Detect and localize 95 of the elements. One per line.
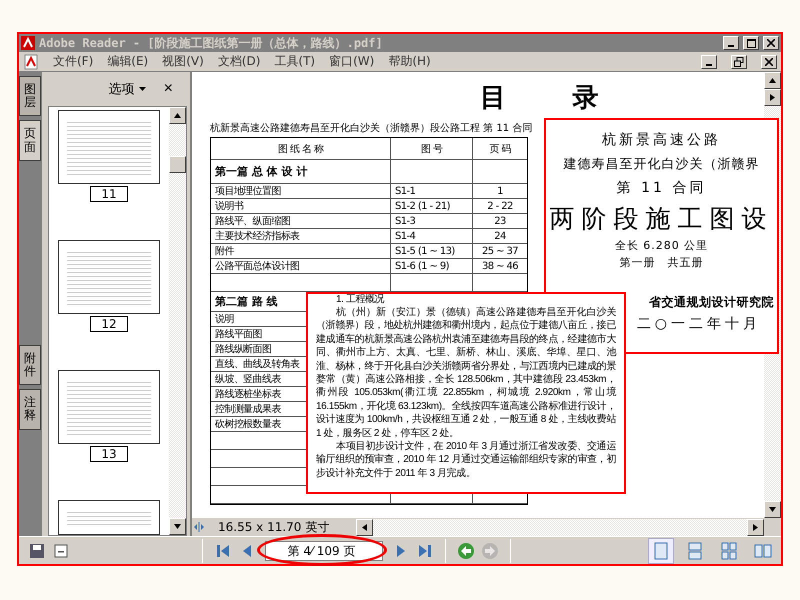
table-cell-text: 38 ~ 46: [481, 260, 519, 273]
scroll-down-button[interactable]: [764, 501, 781, 518]
cover-text: 全长 6.280 公里: [614, 238, 708, 253]
right-arrow-icon: [752, 524, 759, 530]
minimize-button[interactable]: [701, 54, 717, 68]
cover-text: 杭新景高速公路: [602, 131, 721, 149]
menu-item[interactable]: 视图(V): [162, 53, 204, 70]
continuous-page-view-icon: [686, 542, 704, 560]
page-thumbnail[interactable]: [58, 110, 160, 184]
page-number-label: 13: [90, 446, 128, 462]
table-cell: S1-1: [391, 184, 473, 198]
page-thumbnail[interactable]: [58, 500, 160, 535]
scroll-right-button[interactable]: [747, 518, 764, 536]
table-cell: 说明书: [211, 199, 391, 213]
right-arrow-icon: [769, 94, 776, 101]
column-header: 图 纸 名 称: [211, 138, 391, 159]
cover-text: 建德寿昌至开化白沙关（浙赣界: [564, 156, 760, 173]
maximize-icon: [746, 38, 756, 48]
left-arrow-icon: [361, 524, 368, 530]
menu-item[interactable]: 窗口(W): [329, 53, 374, 70]
cover-text: 第一册 共五册: [620, 255, 704, 270]
single-page-view-icon: [652, 542, 670, 560]
down-arrow-icon: [769, 506, 776, 513]
scroll-thumb[interactable]: [169, 156, 186, 173]
page-thumbnail[interactable]: [58, 370, 160, 444]
cover-text: 二○一二年十月: [636, 315, 761, 333]
restore-icon: [734, 56, 744, 66]
minimize-icon: [706, 64, 712, 66]
maximize-button[interactable]: [743, 36, 759, 50]
side-tab[interactable]: 附件: [19, 344, 41, 386]
menu-item[interactable]: 文档(D): [218, 53, 260, 70]
scroll-up-button[interactable]: [169, 107, 186, 124]
table-cell: S1-3: [391, 214, 473, 228]
table-cell: S1-2 (1 - 21): [391, 199, 473, 213]
table-cell-text: 2 - 22: [486, 200, 514, 213]
page-size-label: 16.55 x 11.70 英寸: [217, 518, 330, 536]
table-cell-text: 24: [493, 230, 507, 243]
table-cell-text: 23: [493, 214, 507, 228]
restore-button[interactable]: [731, 54, 747, 68]
excerpt-paragraph: 本项目初步设计文件，在 2010 年 3 月通过浙江省发改委、交通运输厅组织的预审查，2010 年 12 月通过交通运输部组织专家的审查，初步设计补充文件于 2011 年 3 月完成。: [316, 440, 616, 480]
table-cell: 路线平、纵面缩图: [211, 214, 391, 228]
page-number-label: 12: [90, 316, 128, 332]
column-header: 页 码: [488, 142, 512, 156]
reader-logo-icon: [21, 36, 35, 50]
horizontal-scrollbar[interactable]: [356, 518, 764, 536]
close-button[interactable]: [761, 54, 777, 68]
table-cell-text: 1: [496, 184, 504, 198]
close-icon: [767, 39, 775, 47]
minus-box-icon: [53, 542, 69, 558]
table-cell: S1-4: [391, 229, 473, 243]
table-cell: S1-6 (1 ~ 9): [391, 259, 473, 273]
side-tab[interactable]: 图层: [19, 76, 41, 116]
page-number-field[interactable]: 第 4⁄ 109 页: [264, 541, 382, 562]
section-title: 第一篇 总 体 设 计: [211, 160, 391, 183]
facing-page-view-icon: [754, 542, 772, 560]
cover-text: 第 11 合同: [616, 179, 706, 197]
close-button[interactable]: [763, 36, 779, 50]
down-arrow-icon: [174, 523, 181, 530]
document-heading: 目 录: [480, 82, 600, 114]
excerpt-heading: 1. 工程概况: [335, 294, 386, 306]
split-view-icon[interactable]: [192, 520, 206, 534]
minimize-icon: [728, 45, 734, 47]
options-button[interactable]: 选项: [108, 80, 146, 98]
close-icon: [765, 58, 773, 66]
page-number-label: 11: [90, 186, 128, 202]
cover-title: 两阶段施工图设: [550, 203, 774, 235]
up-arrow-icon: [174, 112, 181, 119]
close-panel-button[interactable]: ×: [164, 80, 173, 98]
column-header: 图 号: [391, 138, 473, 159]
vertical-scrollbar[interactable]: [169, 107, 186, 535]
table-cell: 项目地理位置图: [211, 184, 391, 198]
continuous-facing-page-view-icon: [720, 542, 738, 560]
menu-item[interactable]: 帮助(H): [388, 53, 431, 70]
page-thumbnail[interactable]: [58, 240, 160, 314]
table-cell: 公路平面总体设计图: [211, 259, 391, 273]
table-cell: 主要技术经济指标表: [211, 229, 391, 243]
minimize-button[interactable]: [723, 36, 739, 50]
up-arrow-icon: [769, 77, 776, 84]
scroll-down-button[interactable]: [169, 518, 186, 535]
menu-item[interactable]: 文件(F): [53, 53, 94, 70]
document-subtitle: 杭新景高速公路建德寿昌至开化白沙关（浙赣界）段公路工程 第 11 合同: [210, 122, 534, 135]
side-tab[interactable]: 注释: [19, 389, 41, 430]
table-cell: S1-5 (1 ~ 13): [391, 244, 473, 258]
page-view-button[interactable]: [649, 538, 673, 562]
window-title: Adobe Reader - [阶段施工图纸第一册（总体，路线）.pdf]: [39, 34, 384, 52]
caret-icon: [138, 87, 146, 91]
scroll-right-button[interactable]: [764, 89, 781, 106]
table-cell-text: 25 ~ 37: [481, 244, 519, 258]
side-tab[interactable]: 页面: [19, 120, 41, 161]
cover-text: 省交通规划设计研究院: [649, 294, 774, 311]
table-cell: 附件: [211, 244, 391, 258]
scroll-left-button[interactable]: [356, 518, 373, 536]
menu-item[interactable]: 编辑(E): [107, 53, 148, 70]
scroll-up-button[interactable]: [764, 72, 781, 89]
menu-item[interactable]: 工具(T): [274, 53, 316, 70]
